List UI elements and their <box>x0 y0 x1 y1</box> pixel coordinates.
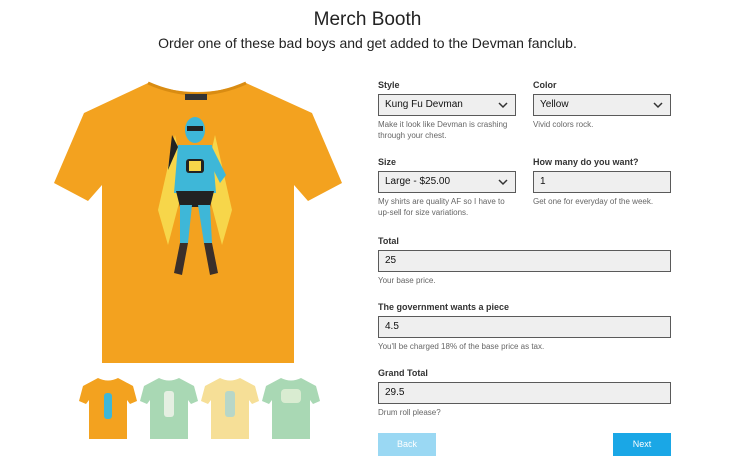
grand-total-field: Grand Total 29.5 Drum roll please? <box>378 367 671 418</box>
thumbnail-green[interactable] <box>139 375 199 440</box>
tax-field: The government wants a piece 4.5 You'll … <box>378 301 671 352</box>
total-input[interactable]: 25 <box>378 250 671 272</box>
total-label: Total <box>378 236 399 246</box>
thumbnail-yellow[interactable] <box>78 375 138 440</box>
color-label: Color <box>533 80 557 90</box>
grand-total-value: 29.5 <box>385 387 405 398</box>
grand-total-help: Drum roll please? <box>378 408 441 417</box>
color-value: Yellow <box>540 99 569 110</box>
quantity-label: How many do you want? <box>533 157 639 167</box>
tax-input[interactable]: 4.5 <box>378 316 671 338</box>
quantity-help: Get one for everyday of the week. <box>533 197 654 206</box>
grand-total-input[interactable]: 29.5 <box>378 382 671 404</box>
size-field: Size Large - $25.00 My shirts are qualit… <box>378 156 516 218</box>
next-button[interactable]: Next <box>613 433 671 456</box>
tax-label: The government wants a piece <box>378 302 510 312</box>
grand-total-label: Grand Total <box>378 368 428 378</box>
chevron-down-icon <box>653 102 663 109</box>
product-image <box>54 81 342 363</box>
color-select[interactable]: Yellow <box>533 94 671 116</box>
size-label: Size <box>378 157 397 167</box>
quantity-input[interactable]: 1 <box>533 171 671 193</box>
page-title: Merch Booth <box>313 9 422 30</box>
total-field: Total 25 Your base price. <box>378 235 671 286</box>
total-help: Your base price. <box>378 276 436 285</box>
thumbnail-cream[interactable] <box>200 375 260 440</box>
chevron-down-icon <box>498 179 508 186</box>
style-field: Style Kung Fu Devman Make it look like D… <box>378 79 516 141</box>
size-value: Large - $25.00 <box>385 176 451 187</box>
style-select[interactable]: Kung Fu Devman <box>378 94 516 116</box>
thumbnail-mint[interactable] <box>261 375 321 440</box>
style-value: Kung Fu Devman <box>385 99 463 110</box>
quantity-value: 1 <box>540 176 546 187</box>
total-value: 25 <box>385 255 397 266</box>
style-help: Make it look like Devman is crashing thr… <box>378 120 508 140</box>
size-select[interactable]: Large - $25.00 <box>378 171 516 193</box>
chevron-down-icon <box>498 102 508 109</box>
back-button[interactable]: Back <box>378 433 436 456</box>
color-field: Color Yellow Vivid colors rock. <box>533 79 671 130</box>
color-help: Vivid colors rock. <box>533 120 594 129</box>
style-label: Style <box>378 80 400 90</box>
tax-help: You'll be charged 18% of the base price … <box>378 342 545 351</box>
tax-value: 4.5 <box>385 321 399 332</box>
quantity-field: How many do you want? 1 Get one for ever… <box>533 156 671 207</box>
page-subtitle: Order one of these bad boys and get adde… <box>158 35 577 51</box>
size-help: My shirts are quality AF so I have to up… <box>378 197 505 217</box>
